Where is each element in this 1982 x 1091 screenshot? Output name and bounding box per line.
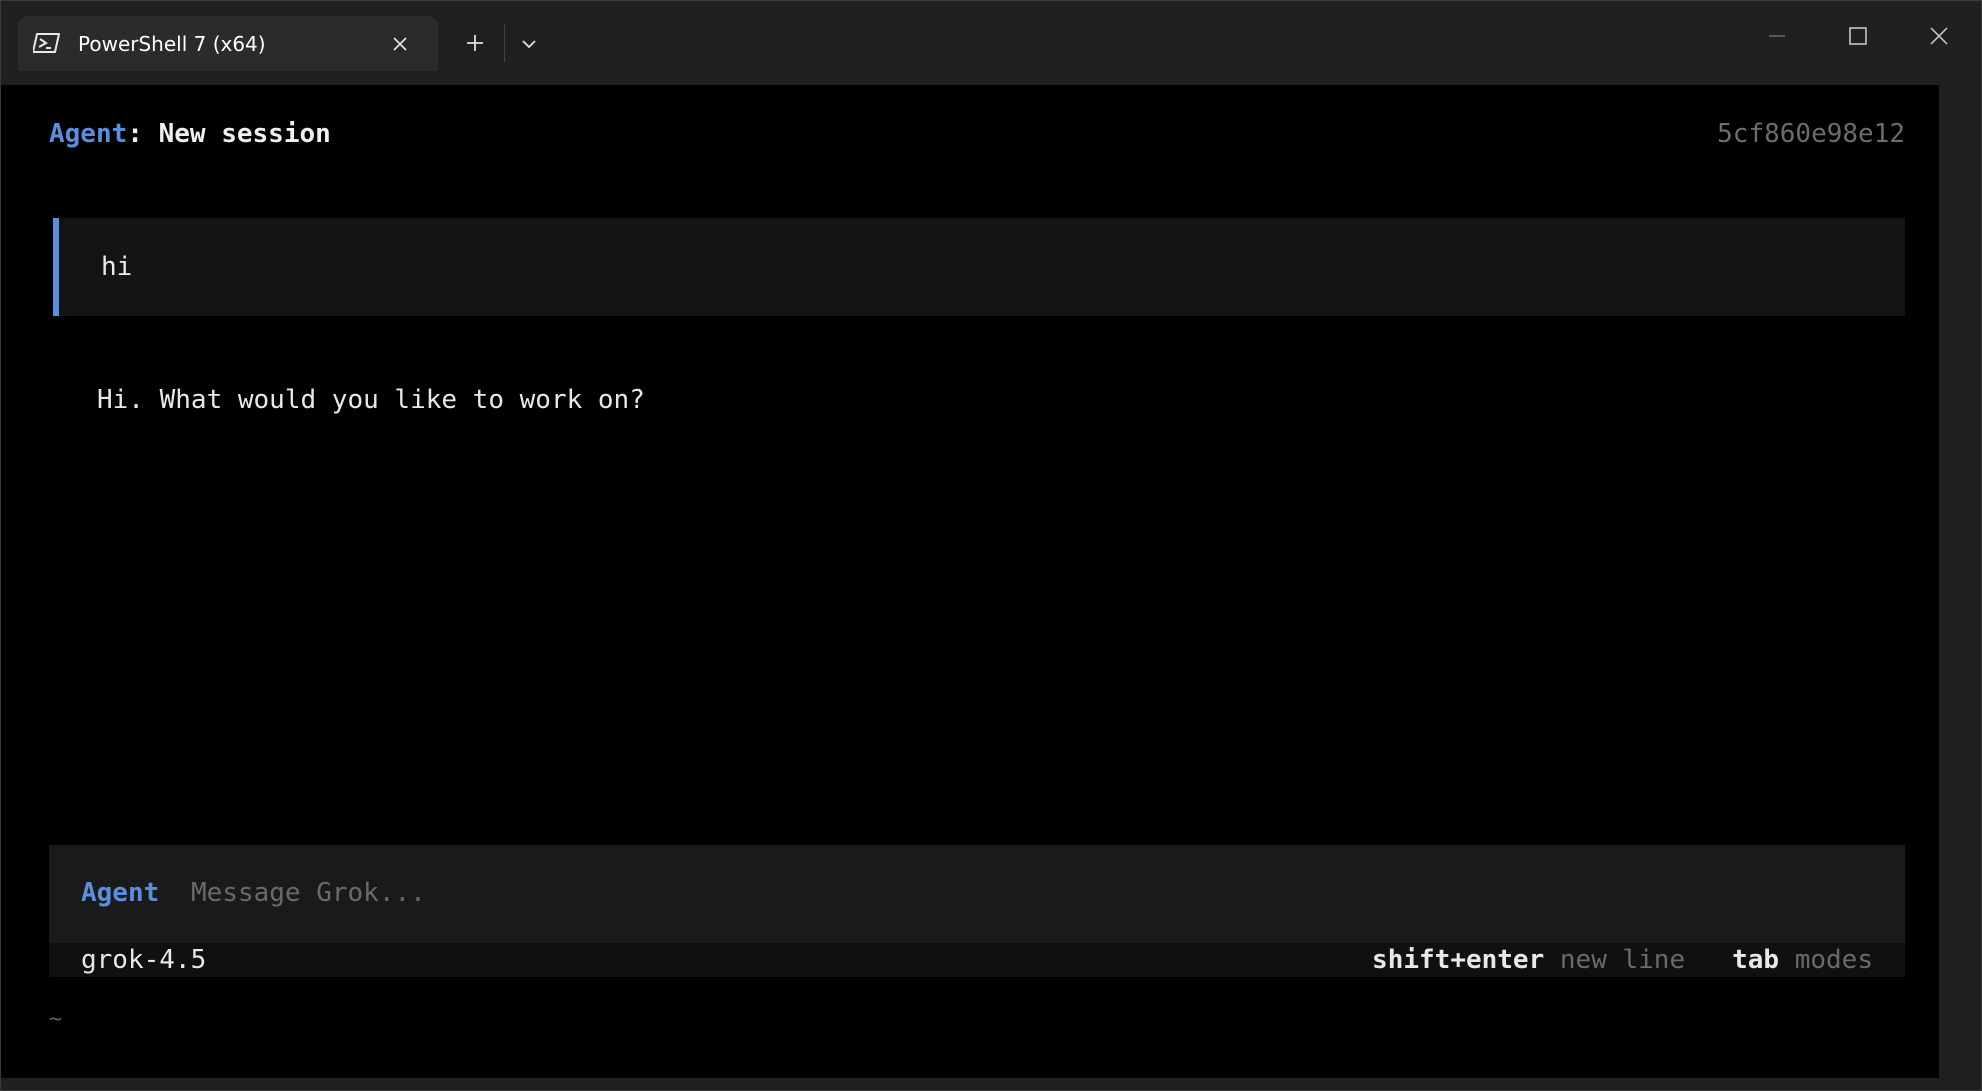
hint-key-modes: tab: [1732, 945, 1780, 975]
plus-icon[interactable]: [460, 28, 490, 58]
hint-desc-modes: modes: [1794, 945, 1873, 975]
session-title: New session: [158, 119, 331, 149]
hint-key-newline: shift+enter: [1372, 945, 1545, 975]
user-message-block: hi: [53, 218, 1905, 316]
hint-desc-newline: new line: [1559, 945, 1686, 975]
tab-title: PowerShell 7 (x64): [78, 32, 266, 56]
powershell-icon: [33, 33, 60, 53]
tab-powershell[interactable]: PowerShell 7 (x64): [18, 16, 438, 71]
message-composer[interactable]: Agent: [49, 845, 1905, 943]
keyboard-hints: shift+enter new line tab modes: [1372, 943, 1873, 977]
shell-prompt: ~: [49, 1007, 63, 1032]
terminal-pane[interactable]: Agent: New session 5cf860e98e12 hi Hi. W…: [1, 85, 1939, 1078]
user-message-text: hi: [101, 252, 133, 282]
maximize-icon[interactable]: [1835, 13, 1881, 59]
mode-label[interactable]: Agent: [81, 876, 159, 910]
message-input[interactable]: [191, 871, 1871, 915]
title-bar[interactable]: PowerShell 7 (x64): [1, 1, 1981, 71]
status-bar: grok-4.5 shift+enter new line tab modes: [49, 943, 1905, 977]
chevron-down-icon[interactable]: [514, 29, 544, 59]
model-name[interactable]: grok-4.5: [81, 943, 206, 977]
close-icon[interactable]: [385, 29, 415, 59]
tab-separator: [504, 24, 505, 62]
header-separator: :: [127, 119, 143, 149]
assistant-message-text: Hi. What would you like to work on?: [97, 385, 645, 415]
agent-label: Agent: [49, 119, 128, 149]
terminal-window: PowerShell 7 (x64) Agent: New session 5c…: [0, 0, 1982, 1091]
session-header: Agent: New session: [49, 117, 331, 151]
close-icon[interactable]: [1916, 13, 1962, 59]
session-id: 5cf860e98e12: [1717, 119, 1905, 149]
minimize-icon[interactable]: [1754, 13, 1800, 59]
